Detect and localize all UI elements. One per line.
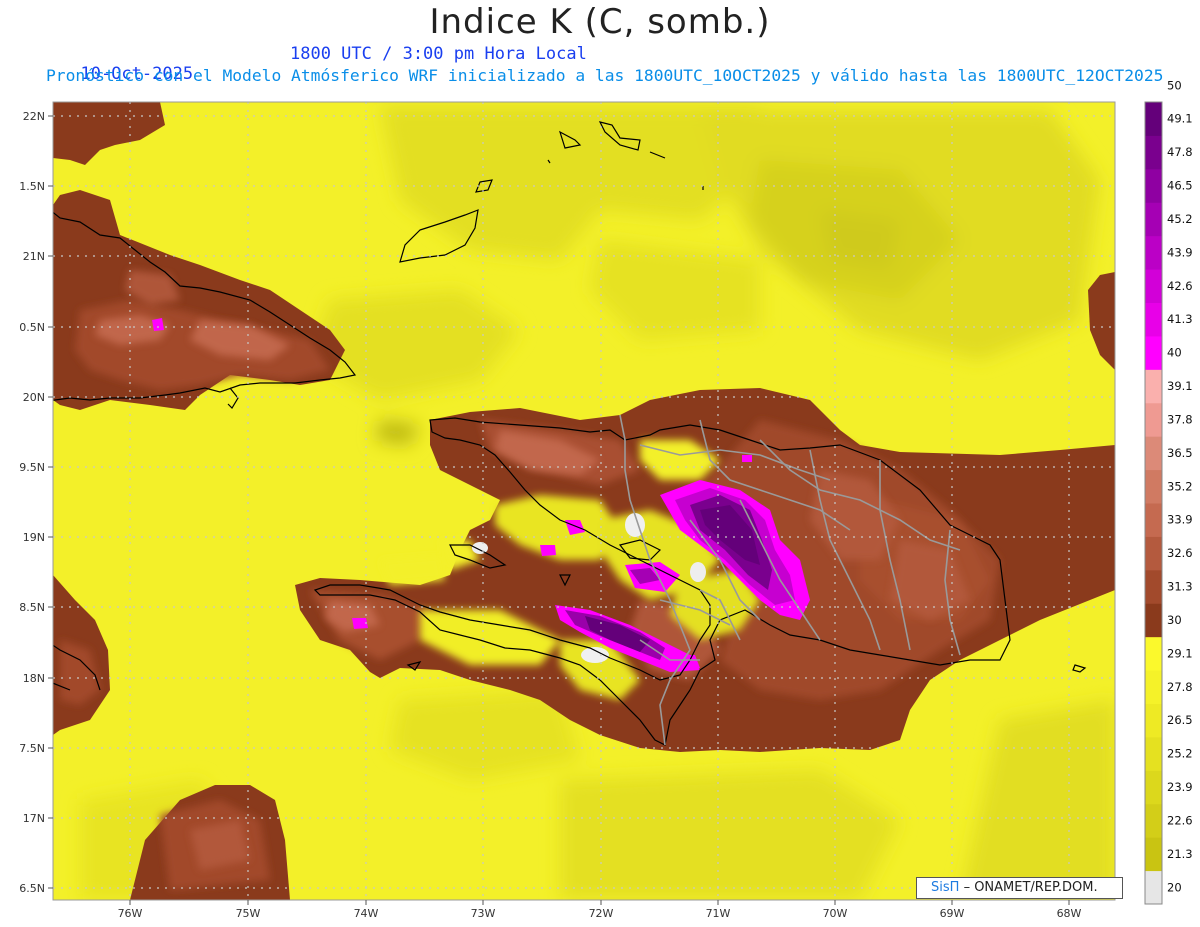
lat-label: 9.5N — [19, 461, 45, 474]
lon-label: 73W — [471, 907, 496, 920]
colorbar-level-label: 33.9 — [1167, 513, 1193, 527]
lat-label: 17N — [23, 812, 45, 825]
colorbar-level-label: 42.6 — [1167, 279, 1193, 293]
colorbar-level-label: 20 — [1167, 880, 1182, 894]
lat-label: 18N — [23, 672, 45, 685]
lon-label: 68W — [1057, 907, 1082, 920]
colorbar-swatch — [1145, 402, 1162, 437]
colorbar-swatch — [1145, 569, 1162, 604]
colorbar-level-label: 45.2 — [1167, 212, 1193, 226]
colorbar-level-label: 22.6 — [1167, 813, 1193, 827]
colorbar-level-label: 30 — [1167, 613, 1182, 627]
colorbar-level-label: 21.3 — [1167, 847, 1193, 861]
colorbar-swatch — [1145, 670, 1162, 704]
colorbar: 20 21.3 22.6 23.9 25.2 26.5 27.8 29.1 30 31.3 32.6… — [1144, 78, 1193, 905]
colorbar-level-label: 25.2 — [1167, 747, 1193, 761]
colorbar-swatch — [1145, 837, 1162, 872]
colorbar-level-label: 29.1 — [1167, 646, 1193, 660]
colorbar-swatch — [1145, 736, 1162, 771]
colorbar-swatch — [1145, 202, 1162, 237]
colorbar-swatch — [1145, 335, 1162, 370]
colorbar-swatch — [1145, 469, 1162, 504]
colorbar-swatch — [1145, 302, 1162, 337]
colorbar-swatch — [1145, 168, 1162, 203]
lon-label: 75W — [236, 907, 261, 920]
map-field — [53, 102, 1115, 900]
colorbar-level-label: 23.9 — [1167, 780, 1193, 794]
colorbar-level-label: 43.9 — [1167, 245, 1193, 259]
colorbar-level-label: 50 — [1167, 78, 1182, 92]
lon-label: 76W — [118, 907, 143, 920]
weather-map: 22N 1.5N 21N 0.5N 20N 9.5N 19N 8.5N 18N … — [19, 78, 1193, 920]
latitude-labels: 22N 1.5N 21N 0.5N 20N 9.5N 19N 8.5N 18N … — [19, 110, 45, 895]
colorbar-swatch — [1145, 135, 1162, 170]
colorbar-level-label: 36.5 — [1167, 446, 1193, 460]
lat-label: 1.5N — [19, 180, 45, 193]
colorbar-level-label: 40 — [1167, 346, 1182, 360]
colorbar-swatch — [1145, 870, 1162, 905]
credit-text: – ONAMET/REP.DOM. — [963, 880, 1098, 895]
colorbar-swatch — [1145, 102, 1162, 136]
colorbar-level-label: 27.8 — [1167, 680, 1193, 694]
colorbar-level-label: 31.3 — [1167, 580, 1193, 594]
lat-label: 21N — [23, 250, 45, 263]
colorbar-swatch — [1145, 636, 1162, 671]
lon-label: 72W — [589, 907, 614, 920]
lon-label: 69W — [940, 907, 965, 920]
credit-box: SisΠ – ONAMET/REP.DOM. — [916, 877, 1123, 899]
lat-label: 8.5N — [19, 601, 45, 614]
colorbar-level-label: 26.5 — [1167, 713, 1193, 727]
colorbar-swatch — [1145, 770, 1162, 805]
colorbar-swatch — [1145, 269, 1162, 303]
colorbar-swatch — [1145, 436, 1162, 471]
lat-label: 6.5N — [19, 882, 45, 895]
lat-label: 19N — [23, 531, 45, 544]
colorbar-swatch — [1145, 369, 1162, 404]
colorbar-swatch — [1145, 235, 1162, 270]
colorbar-swatch — [1145, 803, 1162, 838]
colorbar-swatch — [1145, 503, 1162, 537]
lon-label: 70W — [823, 907, 848, 920]
colorbar-swatch — [1145, 536, 1162, 571]
colorbar-level-label: 49.1 — [1167, 112, 1193, 126]
colorbar-swatch — [1145, 703, 1162, 738]
colorbar-level-label: 41.3 — [1167, 312, 1193, 326]
credit-brand: SisΠ — [931, 880, 960, 895]
colorbar-level-label: 35.2 — [1167, 479, 1193, 493]
lon-label: 74W — [354, 907, 379, 920]
colorbar-level-label: 46.5 — [1167, 179, 1193, 193]
lat-label: 20N — [23, 391, 45, 404]
lat-label: 22N — [23, 110, 45, 123]
colorbar-level-label: 39.1 — [1167, 379, 1193, 393]
lat-label: 7.5N — [19, 742, 45, 755]
colorbar-level-label: 37.8 — [1167, 412, 1193, 426]
lon-label: 71W — [706, 907, 731, 920]
colorbar-level-label: 47.8 — [1167, 145, 1193, 159]
colorbar-level-label: 32.6 — [1167, 546, 1193, 560]
colorbar-swatch — [1145, 603, 1162, 638]
lat-label: 0.5N — [19, 321, 45, 334]
longitude-labels: 76W 75W 74W 73W 72W 71W 70W 69W 68W — [118, 907, 1082, 920]
